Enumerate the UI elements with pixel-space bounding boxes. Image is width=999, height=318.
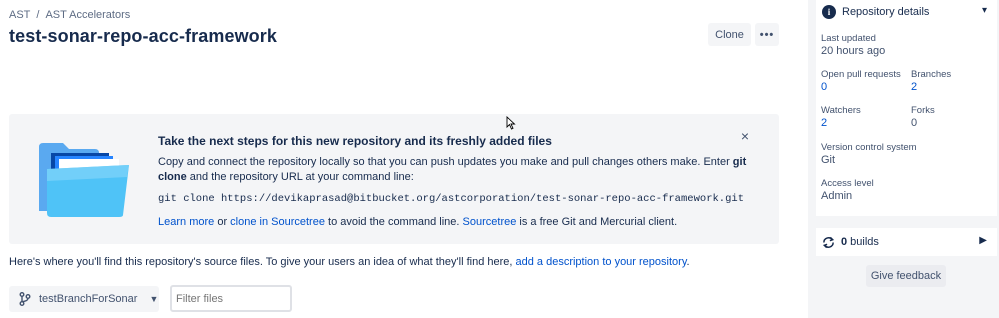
source-files-text: Here's where you'll find this repository… (9, 256, 516, 268)
last-updated-value: 20 hours ago (821, 45, 886, 57)
last-updated-label: Last updated (821, 33, 876, 44)
forks-value: 0 (911, 117, 918, 129)
onboarding-panel: Take the next steps for this new reposit… (9, 114, 779, 244)
breadcrumb-separator: / (36, 9, 40, 21)
clone-in-sourcetree-link[interactable]: clone in Sourcetree (230, 216, 325, 228)
folder-illustration-icon (39, 143, 129, 217)
branch-selector-label: testBranchForSonar (39, 293, 138, 305)
repository-details-header[interactable]: i Repository details ▾ (816, 0, 997, 24)
repository-details-title: Repository details (842, 6, 930, 18)
breadcrumb-project-link[interactable]: AST Accelerators (45, 9, 130, 21)
clone-button[interactable]: Clone (708, 23, 751, 46)
chevron-right-icon: ▶ (979, 235, 987, 246)
open-prs-label: Open pull requests (821, 69, 901, 80)
watchers-label: Watchers (821, 105, 861, 116)
access-level-value: Admin (821, 190, 853, 202)
main-content: AST / AST Accelerators test-sonar-repo-a… (0, 0, 808, 318)
page-title: test-sonar-repo-acc-framework (9, 26, 277, 46)
info-icon: i (822, 5, 836, 19)
free-client-text: is a free Git and Mercurial client. (516, 216, 678, 228)
access-level-label: Access level (821, 178, 874, 189)
branches-label: Branches (911, 69, 952, 80)
sourcetree-link[interactable]: Sourcetree (463, 216, 517, 228)
onboarding-desc-part1: Copy and connect the repository locally … (158, 156, 733, 168)
add-description-link[interactable]: add a description to your repository (516, 256, 687, 268)
source-files-message: Here's where you'll find this repository… (9, 256, 690, 268)
clone-command[interactable]: git clone https://devikaprasad@bitbucket… (158, 193, 744, 205)
onboarding-links: Learn more or clone in Sourcetree to avo… (158, 216, 677, 228)
filter-files-input[interactable] (170, 285, 292, 312)
builds-label: builds (847, 236, 879, 248)
or-text: or (214, 216, 231, 228)
chevron-down-icon: ▼ (149, 294, 159, 304)
vcs-value: Git (821, 154, 836, 166)
mouse-cursor-icon (506, 116, 516, 130)
branches-value[interactable]: 2 (911, 81, 917, 93)
source-files-end: . (686, 256, 690, 268)
give-feedback-button[interactable]: Give feedback (866, 265, 946, 287)
onboarding-heading: Take the next steps for this new reposit… (158, 134, 552, 148)
more-actions-button[interactable]: ••• (755, 23, 779, 46)
builds-panel[interactable]: 0 builds ▶ (816, 228, 997, 256)
avoid-text: to avoid the command line. (324, 216, 463, 228)
open-prs-value[interactable]: 0 (821, 81, 827, 93)
onboarding-desc-part2: and the repository URL at your command l… (186, 171, 414, 183)
repository-details-panel: i Repository details ▾ Last updated 20 h… (816, 0, 997, 216)
vcs-label: Version control system (821, 142, 917, 153)
branch-selector-button[interactable]: testBranchForSonar ▼ (9, 286, 159, 312)
branch-icon (19, 292, 31, 306)
close-icon[interactable]: × (739, 129, 751, 143)
learn-more-link[interactable]: Learn more (158, 216, 214, 228)
builds-sync-icon (822, 236, 835, 248)
onboarding-description: Copy and connect the repository locally … (158, 155, 748, 185)
breadcrumb-root-link[interactable]: AST (9, 9, 30, 21)
watchers-value[interactable]: 2 (821, 117, 827, 129)
breadcrumb: AST / AST Accelerators (9, 9, 130, 21)
chevron-down-icon: ▾ (981, 5, 987, 16)
forks-label: Forks (911, 105, 935, 116)
builds-text: 0 builds (841, 236, 879, 248)
